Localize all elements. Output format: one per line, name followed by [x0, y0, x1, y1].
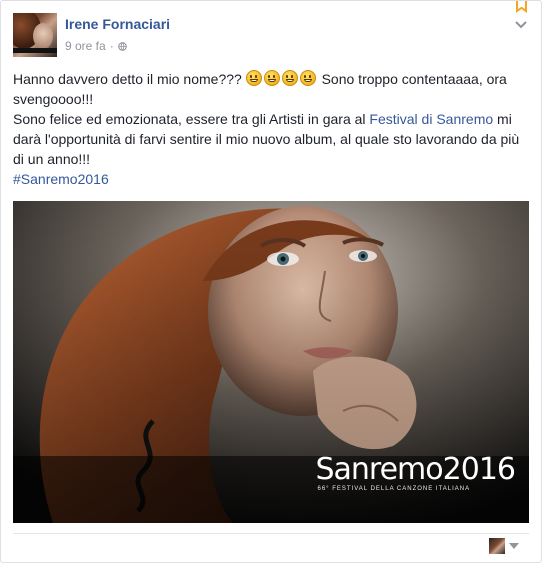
post-card: Irene Fornaciari 9 ore fa · Hanno davver… — [0, 0, 542, 563]
festival-link[interactable]: Festival di Sanremo — [369, 111, 493, 127]
sanremo-wordmark: Sanremo2016 — [315, 452, 516, 487]
emoji-group — [245, 70, 322, 87]
post-paragraph-1: Hanno davvero detto il mio nome??? Sono … — [13, 69, 529, 109]
brand-year: 2016 — [442, 452, 516, 487]
globe-icon[interactable] — [117, 41, 127, 51]
author-avatar[interactable] — [13, 13, 57, 57]
grin-emoji-icon — [281, 70, 298, 86]
grin-emoji-icon — [299, 70, 316, 86]
avatar-stripe — [13, 48, 57, 53]
post-photo[interactable]: Sanremo2016 66° FESTIVAL DELLA CANZONE I… — [13, 201, 529, 523]
grin-emoji-icon — [263, 70, 280, 86]
caret-down-icon[interactable] — [509, 542, 519, 550]
author-name[interactable]: Irene Fornaciari — [65, 16, 170, 32]
post-meta: 9 ore fa · — [65, 39, 127, 53]
sanremo-logo: Sanremo2016 66° FESTIVAL DELLA CANZONE I… — [315, 452, 516, 493]
footer-divider — [13, 533, 529, 534]
hashtag-link[interactable]: #Sanremo2016 — [13, 171, 109, 187]
grin-emoji-icon — [245, 70, 262, 86]
chevron-down-icon[interactable] — [514, 20, 528, 30]
post-text: Hanno davvero detto il mio nome??? Sono … — [13, 69, 529, 189]
post-paragraph-3: #Sanremo2016 — [13, 169, 529, 189]
posting-as-avatar[interactable] — [489, 538, 505, 554]
bookmark-icon[interactable] — [515, 1, 528, 14]
text-line1-a: Hanno davvero detto il mio nome??? — [13, 71, 242, 87]
post-time[interactable]: 9 ore fa — [65, 39, 106, 53]
brand-word: Sanremo — [315, 452, 443, 487]
avatar-face — [33, 23, 53, 49]
text-line2-a: Sono felice ed emozionata, essere tra gl… — [13, 111, 366, 127]
meta-separator: · — [109, 39, 114, 53]
post-paragraph-2: Sono felice ed emozionata, essere tra gl… — [13, 109, 529, 169]
